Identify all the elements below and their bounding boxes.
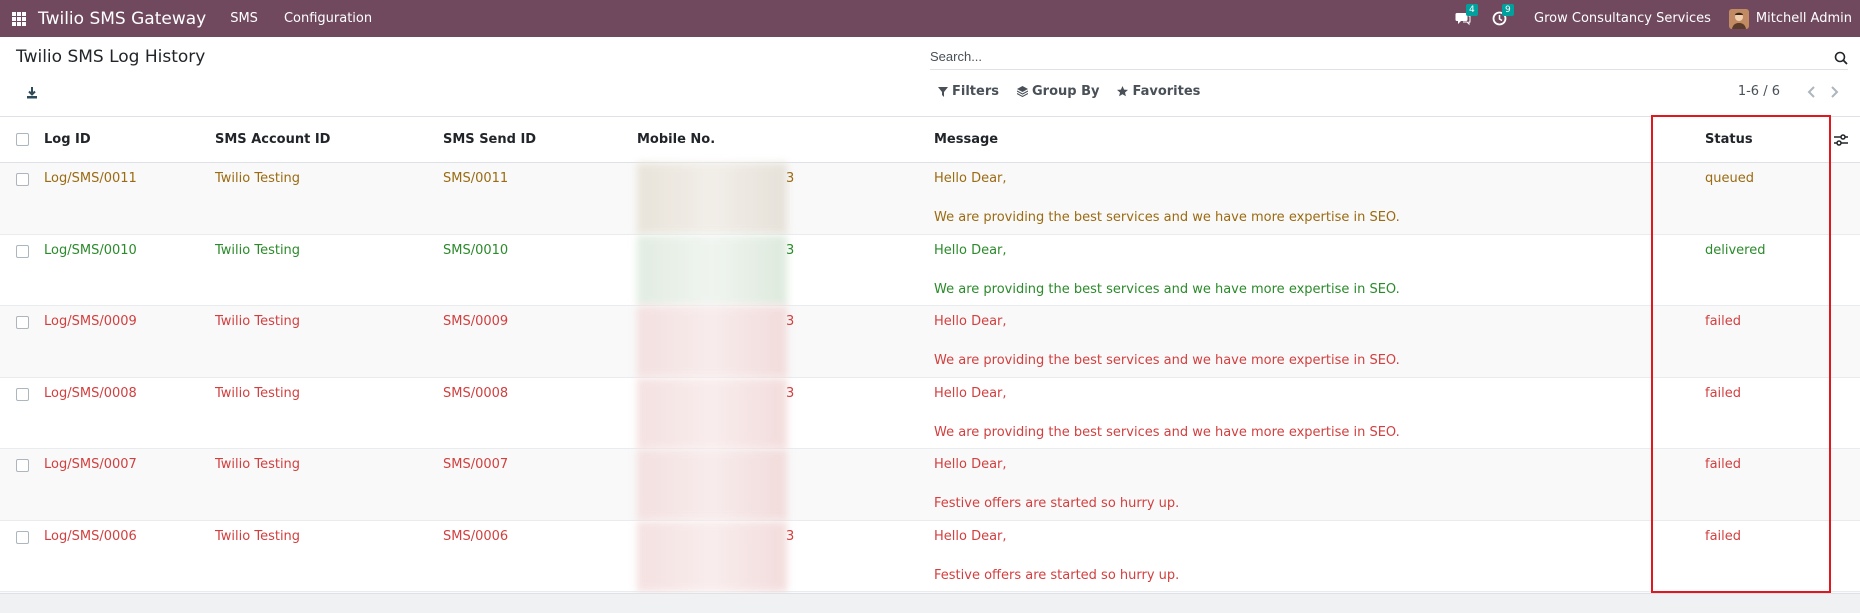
row-checkbox[interactable] bbox=[16, 173, 29, 186]
favorites-label: Favorites bbox=[1132, 84, 1201, 99]
account-cell: Twilio Testing bbox=[215, 528, 301, 544]
app-menu-icon[interactable] bbox=[12, 11, 26, 26]
account-cell: Twilio Testing bbox=[215, 314, 301, 329]
account-cell: Twilio Testing bbox=[215, 457, 301, 472]
activities-badge: 9 bbox=[1502, 3, 1514, 16]
mobile-cell: 3 bbox=[786, 385, 795, 401]
message-line-2: We are providing the best services and w… bbox=[934, 210, 1400, 225]
page-bottom bbox=[0, 593, 1860, 613]
message-line-1: Hello Dear, bbox=[934, 385, 1007, 401]
table-row[interactable]: Log/SMS/0008 Twilio Testing SMS/0008 3 H… bbox=[0, 377, 1860, 449]
log-id-cell: Log/SMS/0006 bbox=[44, 528, 137, 544]
mobile-redacted bbox=[637, 520, 787, 592]
column-message[interactable]: Message bbox=[934, 132, 998, 147]
messages-icon[interactable]: 4 bbox=[1454, 3, 1478, 28]
menu-sms[interactable]: SMS bbox=[230, 11, 258, 26]
table-row[interactable]: Log/SMS/0006 Twilio Testing SMS/0006 3 H… bbox=[0, 520, 1860, 592]
star-icon bbox=[1117, 86, 1129, 97]
message-line-1: Hello Dear, bbox=[934, 314, 1007, 329]
mobile-cell: 3 bbox=[786, 528, 795, 544]
table-body: Log/SMS/0011 Twilio Testing SMS/0011 3 H… bbox=[0, 163, 1860, 592]
message-line-1: Hello Dear, bbox=[934, 457, 1007, 472]
filters-label: Filters bbox=[952, 84, 999, 99]
row-checkbox[interactable] bbox=[16, 244, 29, 258]
send-id-cell: SMS/0007 bbox=[443, 457, 509, 472]
optional-columns-icon[interactable] bbox=[1834, 133, 1848, 147]
column-sms-account-id[interactable]: SMS Account ID bbox=[215, 132, 330, 147]
mobile-cell: 3 bbox=[786, 314, 795, 329]
activities-icon[interactable]: 9 bbox=[1490, 3, 1514, 28]
pager-value[interactable]: 1-6 / 6 bbox=[1738, 84, 1780, 99]
message-line-2: We are providing the best services and w… bbox=[934, 281, 1400, 297]
search-bar bbox=[930, 44, 1848, 70]
message-line-2: Festive offers are started so hurry up. bbox=[934, 496, 1180, 511]
filter-icon bbox=[938, 86, 948, 97]
layers-icon bbox=[1016, 86, 1028, 97]
chevron-left-icon[interactable] bbox=[1806, 85, 1818, 98]
mobile-redacted bbox=[637, 449, 787, 520]
mobile-redacted bbox=[637, 377, 787, 449]
select-all-checkbox[interactable] bbox=[16, 133, 29, 146]
filters-button[interactable]: Filters bbox=[938, 84, 999, 99]
row-checkbox[interactable] bbox=[16, 530, 29, 544]
message-line-2: Festive offers are started so hurry up. bbox=[934, 567, 1180, 583]
search-icon[interactable] bbox=[1834, 50, 1848, 65]
mobile-redacted bbox=[637, 163, 787, 234]
log-id-cell: Log/SMS/0011 bbox=[44, 171, 137, 186]
table-row[interactable]: Log/SMS/0010 Twilio Testing SMS/0010 3 H… bbox=[0, 234, 1860, 306]
user-avatar[interactable] bbox=[1728, 8, 1749, 29]
app-title[interactable]: Twilio SMS Gateway bbox=[38, 9, 206, 29]
download-icon[interactable] bbox=[26, 84, 38, 99]
table-row[interactable]: Log/SMS/0011 Twilio Testing SMS/0011 3 H… bbox=[0, 163, 1860, 235]
mobile-redacted bbox=[637, 234, 787, 306]
favorites-button[interactable]: Favorites bbox=[1117, 84, 1200, 99]
send-id-cell: SMS/0006 bbox=[443, 528, 509, 544]
pager: 1-6 / 6 bbox=[1738, 84, 1840, 99]
mobile-cell: 3 bbox=[786, 242, 795, 258]
message-line-1: Hello Dear, bbox=[934, 528, 1007, 544]
sms-log-table: Log ID SMS Account ID SMS Send ID Mobile… bbox=[0, 117, 1860, 592]
send-id-cell: SMS/0008 bbox=[443, 385, 509, 401]
mobile-cell: 3 bbox=[786, 171, 795, 186]
mobile-redacted bbox=[637, 306, 787, 377]
row-checkbox[interactable] bbox=[16, 459, 29, 472]
message-line-2: We are providing the best services and w… bbox=[934, 424, 1400, 440]
account-cell: Twilio Testing bbox=[215, 385, 301, 401]
account-cell: Twilio Testing bbox=[215, 242, 301, 258]
groupby-label: Group By bbox=[1031, 84, 1100, 99]
message-line-2: We are providing the best services and w… bbox=[934, 353, 1400, 368]
column-log-id[interactable]: Log ID bbox=[44, 132, 91, 147]
send-id-cell: SMS/0010 bbox=[443, 242, 509, 258]
row-checkbox[interactable] bbox=[16, 387, 29, 401]
message-line-1: Hello Dear, bbox=[934, 171, 1007, 186]
log-id-cell: Log/SMS/0007 bbox=[44, 457, 137, 472]
search-input[interactable] bbox=[930, 49, 1810, 64]
table-header: Log ID SMS Account ID SMS Send ID Mobile… bbox=[0, 117, 1860, 163]
chevron-right-icon[interactable] bbox=[1828, 85, 1840, 98]
column-sms-send-id[interactable]: SMS Send ID bbox=[443, 132, 536, 147]
control-panel: Twilio SMS Log History Filters Group By … bbox=[0, 37, 1860, 117]
company-switcher[interactable]: Grow Consultancy Services bbox=[1534, 11, 1711, 26]
table-row[interactable]: Log/SMS/0009 Twilio Testing SMS/0009 3 H… bbox=[0, 306, 1860, 378]
log-id-cell: Log/SMS/0009 bbox=[44, 314, 137, 329]
row-checkbox[interactable] bbox=[16, 316, 29, 329]
log-id-cell: Log/SMS/0010 bbox=[44, 242, 137, 258]
page-title: Twilio SMS Log History bbox=[16, 47, 206, 67]
status-column-highlight bbox=[1651, 115, 1831, 593]
user-menu[interactable]: Mitchell Admin bbox=[1756, 11, 1852, 26]
top-navbar: Twilio SMS Gateway SMS Configuration 4 9… bbox=[0, 0, 1860, 37]
groupby-button[interactable]: Group By bbox=[1016, 84, 1100, 99]
table-row[interactable]: Log/SMS/0007 Twilio Testing SMS/0007 Hel… bbox=[0, 449, 1860, 521]
account-cell: Twilio Testing bbox=[215, 171, 301, 186]
column-mobile-no[interactable]: Mobile No. bbox=[637, 132, 715, 147]
menu-configuration[interactable]: Configuration bbox=[284, 11, 372, 26]
send-id-cell: SMS/0009 bbox=[443, 314, 509, 329]
search-options: Filters Group By Favorites bbox=[938, 84, 1218, 99]
send-id-cell: SMS/0011 bbox=[443, 171, 509, 186]
log-id-cell: Log/SMS/0008 bbox=[44, 385, 137, 401]
messages-badge: 4 bbox=[1466, 3, 1478, 16]
message-line-1: Hello Dear, bbox=[934, 242, 1007, 258]
